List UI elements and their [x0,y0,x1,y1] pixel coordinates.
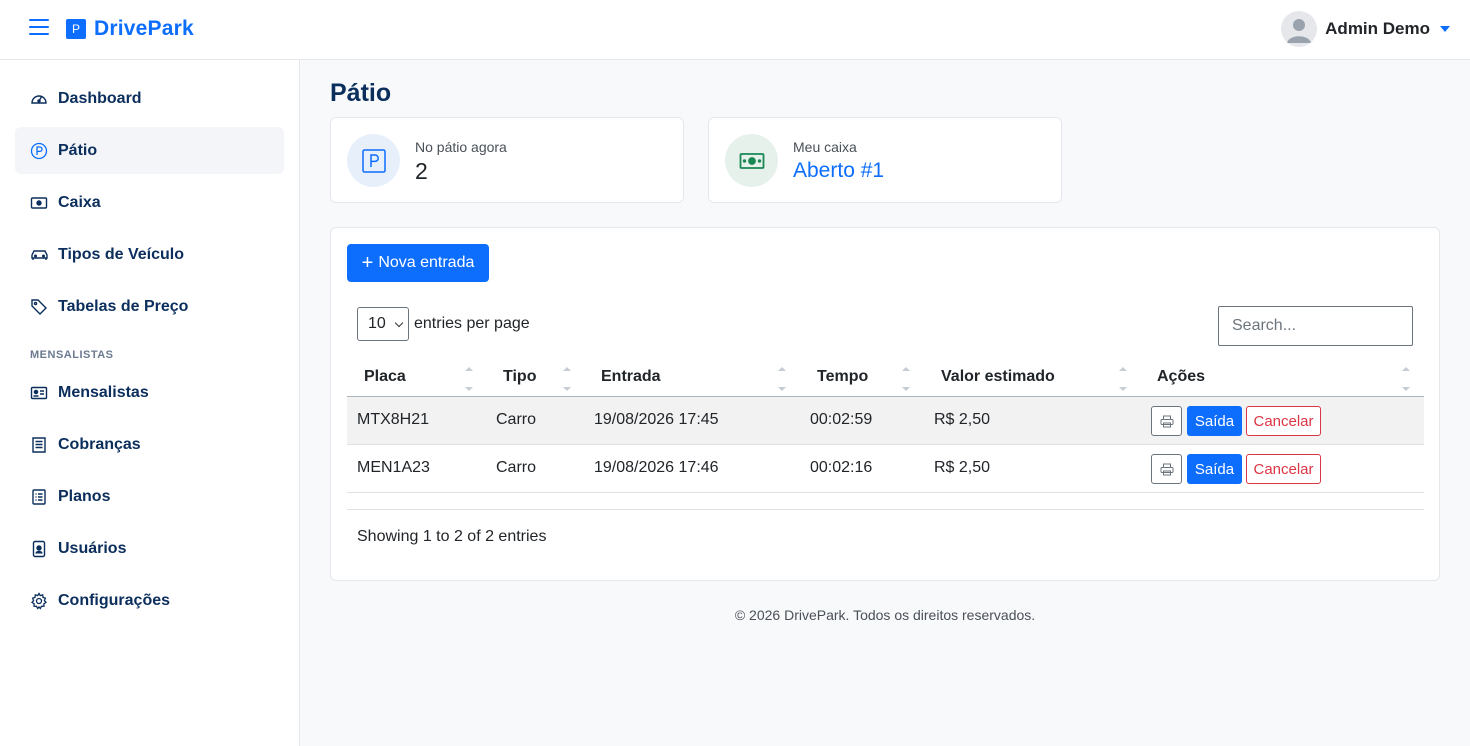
per-page-value: 10 [368,315,386,332]
sidebar-item-tabelas-preco[interactable]: Tabelas de Preço [15,283,284,330]
column-header-valor[interactable]: Valor estimado [941,357,1055,397]
cell-tipo: Carro [496,411,537,428]
parking-icon [347,134,400,187]
cell-valor: R$ 2,50 [934,459,991,476]
table-row: MTX8H21 Carro 19/08/2026 17:45 00:02:59 … [347,397,1424,445]
car-icon [29,245,49,265]
stat-card-patio: No pátio agora 2 [330,117,684,203]
sidebar-item-cobrancas[interactable]: Cobranças [15,421,284,468]
table-info: Showing 1 to 2 of 2 entries [357,528,547,545]
saida-button[interactable]: Saída [1187,406,1242,436]
cell-tempo: 00:02:59 [810,411,873,428]
sort-icon[interactable] [1119,367,1127,391]
stat-label: No pátio agora [415,139,507,155]
sidebar-item-caixa[interactable]: Caixa [15,179,284,226]
sidebar-item-label: Tipos de Veículo [58,245,184,263]
sidebar-item-planos[interactable]: Planos [15,473,284,520]
column-header-tempo[interactable]: Tempo [817,357,868,397]
stat-value: 2 [415,158,428,184]
sidebar-item-label: Planos [58,487,111,505]
user-badge-icon [29,539,49,559]
new-entry-button[interactable]: + Nova entrada [347,244,489,282]
chevron-down-icon [1440,26,1450,32]
parking-circle-icon [29,141,49,161]
cash-icon [725,134,778,187]
search-input[interactable] [1218,306,1413,346]
stat-card-caixa: Meu caixa Aberto #1 [708,117,1062,203]
chevron-down-icon [394,318,404,328]
id-card-icon [29,383,49,403]
brand-logo[interactable]: P DrivePark [66,17,194,41]
caixa-status-link[interactable]: Aberto #1 [793,159,884,183]
brand-name: DrivePark [94,17,194,40]
cell-placa: MEN1A23 [357,459,430,476]
sidebar-item-label: Mensalistas [58,383,149,401]
user-name: Admin Demo [1325,19,1430,38]
sort-icon[interactable] [1402,367,1410,391]
sidebar: Dashboard Pátio Caixa Tipos de Veículo T… [0,60,300,746]
entries-per-page: 10 entries per page [357,307,530,341]
table-footer-divider [347,509,1424,510]
avatar [1281,11,1318,47]
brand-badge: P [66,19,86,39]
cell-entrada: 19/08/2026 17:45 [594,411,719,428]
printer-icon [1160,415,1173,427]
cell-placa: MTX8H21 [357,411,430,428]
page-title: Pátio [330,79,392,107]
sidebar-item-label: Pátio [58,141,98,159]
column-header-tipo[interactable]: Tipo [503,357,536,397]
row-actions: Saída Cancelar [1151,454,1321,484]
column-header-acoes[interactable]: Ações [1157,357,1205,397]
cancel-button[interactable]: Cancelar [1246,454,1321,484]
column-header-placa[interactable]: Placa [364,357,406,397]
sidebar-section-title: MENSALISTAS [30,349,114,361]
print-button[interactable] [1151,454,1182,484]
sidebar-item-usuarios[interactable]: Usuários [15,525,284,572]
stat-label: Meu caixa [793,139,857,155]
sidebar-item-label: Caixa [58,193,101,211]
sort-icon[interactable] [563,367,571,391]
sort-icon[interactable] [902,367,910,391]
speedometer-icon [29,89,49,109]
cash-icon [29,193,49,213]
sidebar-item-label: Configurações [58,591,171,609]
saida-button[interactable]: Saída [1187,454,1242,484]
gear-icon [29,591,49,611]
sidebar-item-label: Dashboard [58,89,142,107]
sidebar-item-dashboard[interactable]: Dashboard [15,75,284,122]
per-page-select[interactable]: 10 [357,307,409,341]
sort-icon[interactable] [778,367,786,391]
sidebar-item-label: Usuários [58,539,127,557]
cancel-button[interactable]: Cancelar [1246,406,1321,436]
sidebar-item-configuracoes[interactable]: Configurações [15,577,284,624]
cell-entrada: 19/08/2026 17:46 [594,459,719,476]
sort-icon[interactable] [465,367,473,391]
page-footer: © 2026 DrivePark. Todos os direitos rese… [734,607,1036,623]
sidebar-item-tipos-veiculo[interactable]: Tipos de Veículo [15,231,284,278]
sidebar-item-label: Cobranças [58,435,141,453]
receipt-icon [29,435,49,455]
tag-icon [29,297,49,317]
per-page-label: entries per page [414,315,530,332]
table-row: MEN1A23 Carro 19/08/2026 17:46 00:02:16 … [347,445,1424,493]
row-actions: Saída Cancelar [1151,406,1321,436]
sidebar-item-label: Tabelas de Preço [58,297,189,315]
hamburger-menu-icon[interactable] [29,19,49,37]
cell-tempo: 00:02:16 [810,459,873,476]
cell-valor: R$ 2,50 [934,411,991,428]
sidebar-item-patio[interactable]: Pátio [15,127,284,174]
print-button[interactable] [1151,406,1182,436]
plus-icon: + [361,252,374,274]
printer-icon [1160,463,1173,475]
top-bar: P DrivePark Admin Demo [0,0,1470,60]
new-entry-label: Nova entrada [378,254,475,271]
list-doc-icon [29,487,49,507]
column-header-entrada[interactable]: Entrada [601,357,661,397]
user-menu[interactable]: Admin Demo [1281,11,1450,47]
cell-tipo: Carro [496,459,537,476]
sidebar-item-mensalistas[interactable]: Mensalistas [15,369,284,416]
entries-panel: + Nova entrada 10 entries per page Placa… [330,227,1440,581]
